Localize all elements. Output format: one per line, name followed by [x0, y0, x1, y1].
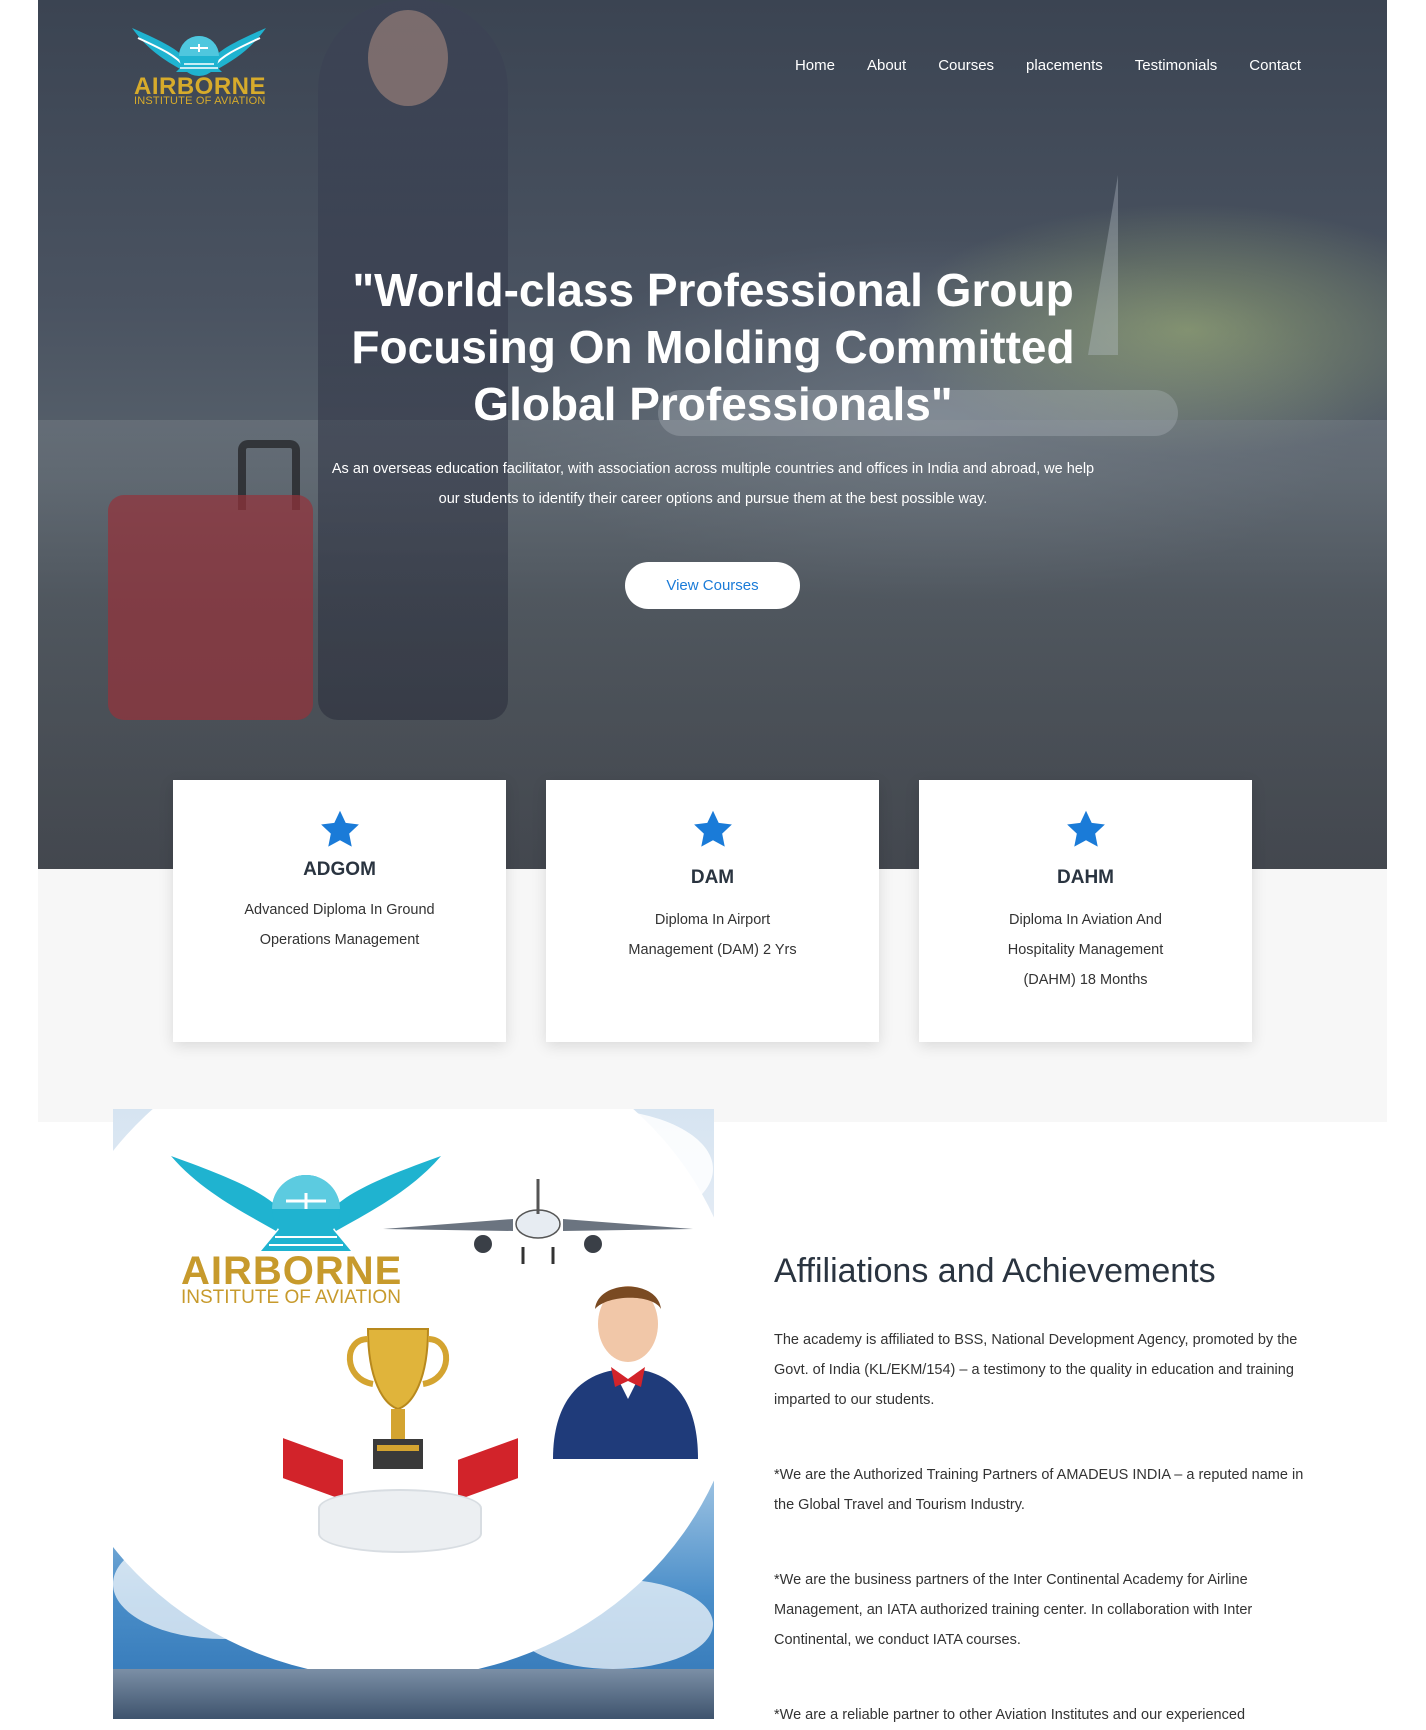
trophy-pedestal	[318, 1489, 482, 1553]
course-code: DAM	[690, 867, 735, 888]
course-code: DAHM	[1057, 867, 1114, 888]
affiliation-paragraph: *We are a reliable partner to other Avia…	[774, 1707, 1246, 1723]
course-card-adgom[interactable]: ADGOM Advanced Diploma In Ground Operati…	[173, 780, 506, 1042]
course-description: Advanced Diploma In Ground Operations Ma…	[244, 902, 435, 948]
affiliation-paragraph: *We are the Authorized Training Partners…	[774, 1467, 1304, 1513]
course-code: ADGOM	[303, 859, 376, 880]
poster-airport-image	[113, 1669, 714, 1719]
poster-airplane-icon	[383, 1179, 693, 1264]
course-card-dahm[interactable]: DAHM Diploma In Aviation And Hospitality…	[919, 780, 1252, 1042]
nav-contact[interactable]: Contact	[1249, 57, 1301, 74]
hero-description: As an overseas education facilitator, wi…	[331, 461, 1095, 507]
star-icon	[320, 810, 359, 847]
hero-section	[38, 0, 1387, 869]
course-description: Diploma In Airport Management (DAM) 2 Yr…	[628, 912, 797, 958]
main-nav: Home About Courses placements Testimonia…	[763, 57, 1301, 74]
hero-title: "World-class Professional Group Focusing…	[351, 264, 1075, 430]
flight-attendant-head-image	[368, 10, 448, 106]
view-courses-button[interactable]: View Courses	[625, 562, 800, 609]
affiliations-poster-image: AIRBORNE INSTITUTE OF AVIATION	[113, 1109, 714, 1719]
star-icon	[1066, 810, 1105, 847]
affiliation-paragraph: The academy is affiliated to BSS, Nation…	[774, 1332, 1298, 1408]
poster-brand-tagline: INSTITUTE OF AVIATION	[181, 1287, 401, 1308]
trophy-icon	[346, 1328, 450, 1469]
nav-testimonials[interactable]: Testimonials	[1135, 57, 1218, 74]
nav-placements[interactable]: placements	[1026, 57, 1103, 74]
logo-tagline: INSTITUTE OF AVIATION	[134, 95, 266, 107]
course-description: Diploma In Aviation And Hospitality Mana…	[1007, 912, 1164, 988]
affiliations-title: Affiliations and Achievements	[774, 1252, 1216, 1290]
nav-home[interactable]: Home	[795, 57, 835, 74]
course-card-dam[interactable]: DAM Diploma In Airport Management (DAM) …	[546, 780, 879, 1042]
nav-about[interactable]: About	[867, 57, 906, 74]
star-icon	[693, 810, 732, 847]
suitcase-image	[108, 495, 313, 720]
nav-courses[interactable]: Courses	[938, 57, 994, 74]
affiliation-paragraph: *We are the business partners of the Int…	[774, 1572, 1253, 1648]
poster-flight-attendant-image	[553, 1286, 698, 1459]
